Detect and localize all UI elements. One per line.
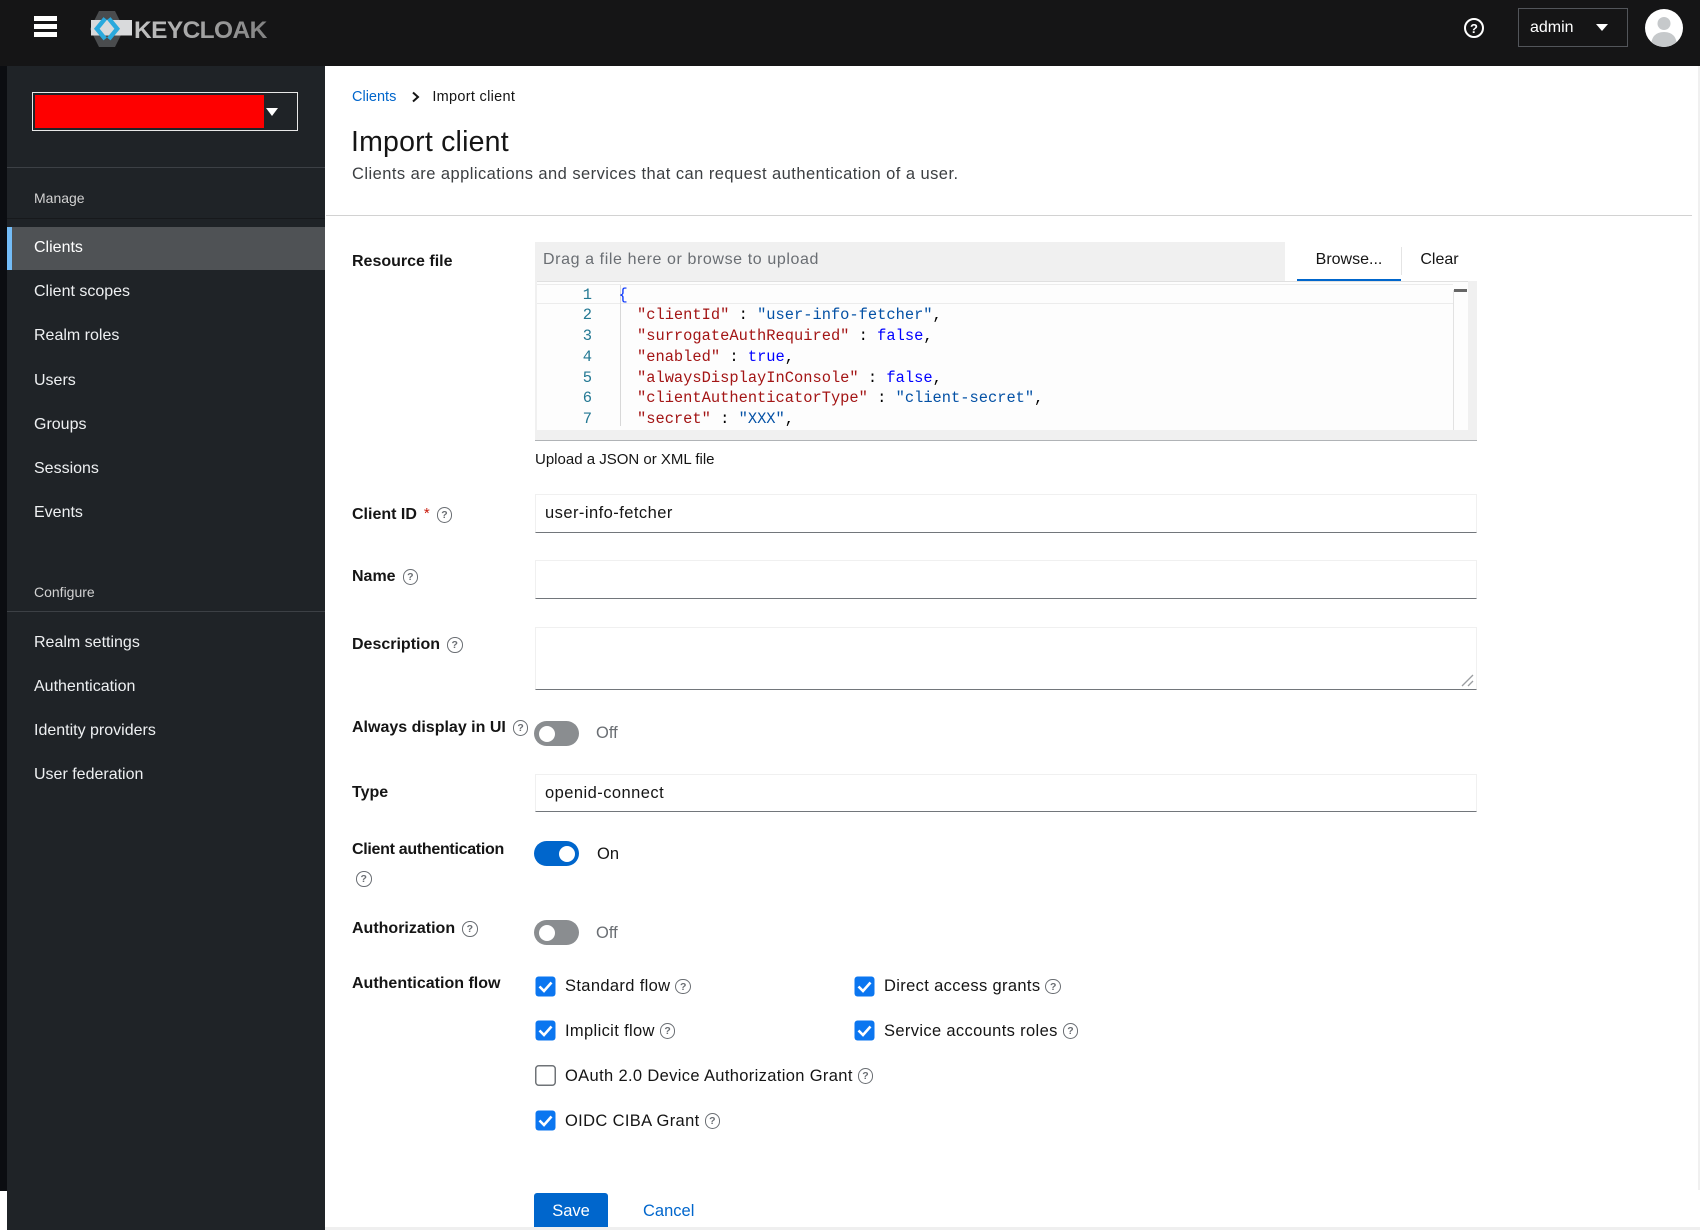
svg-text:KEYCLOAK: KEYCLOAK <box>134 17 268 44</box>
